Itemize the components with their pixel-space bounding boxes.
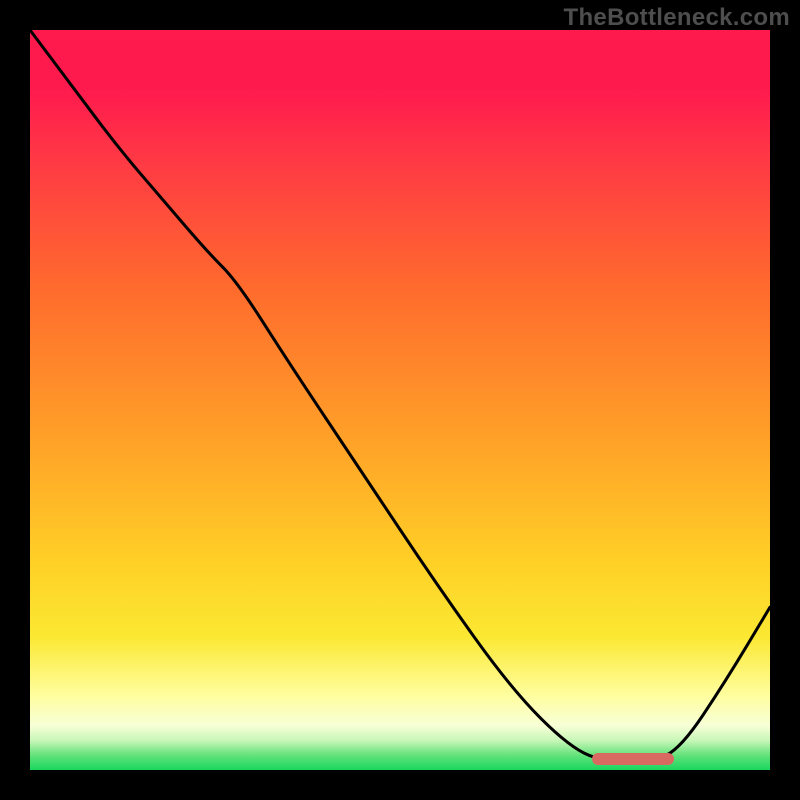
chart-plot-area xyxy=(30,30,770,770)
bottleneck-curve xyxy=(30,30,770,770)
bottleneck-curve-path xyxy=(30,30,770,763)
watermark-text: TheBottleneck.com xyxy=(564,4,790,32)
optimal-range-marker xyxy=(592,753,673,765)
